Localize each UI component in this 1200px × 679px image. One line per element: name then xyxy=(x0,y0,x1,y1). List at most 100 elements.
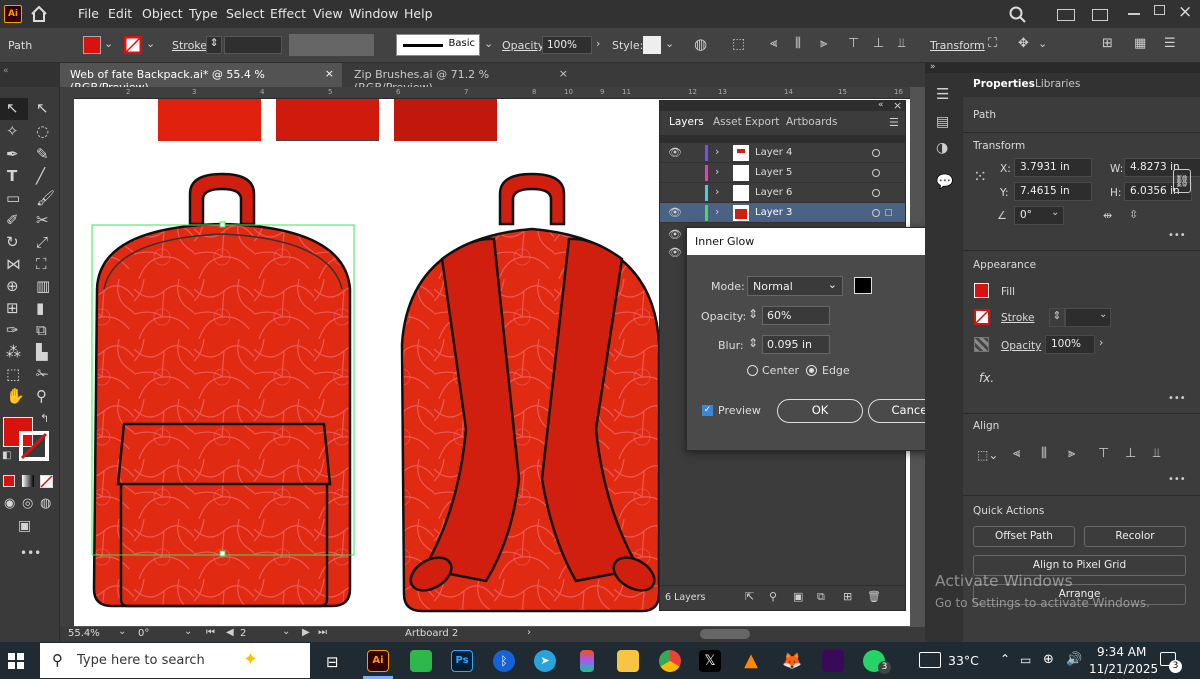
layer-row[interactable]: 👁 › Layer 4 xyxy=(660,143,905,163)
recolor-artwork-icon[interactable]: ◍ xyxy=(694,37,707,52)
preview-label[interactable]: Preview xyxy=(718,404,761,417)
x-taskbar-icon[interactable]: 𝕏 xyxy=(699,650,721,672)
recolor-button[interactable]: Recolor xyxy=(1084,526,1186,547)
layer-row-selected[interactable]: 👁 › Layer 3 xyxy=(660,203,905,223)
chevron-down-icon[interactable]: ⌄ xyxy=(104,38,113,49)
align-hcenter-icon[interactable]: ⫼ xyxy=(1041,447,1047,460)
hamburger-icon[interactable]: ☰ xyxy=(936,87,949,102)
eye-icon[interactable]: 👁 xyxy=(668,229,682,240)
draw-normal-icon[interactable]: ◉ xyxy=(4,497,15,510)
blur-field[interactable]: 0.095 in xyxy=(762,335,830,354)
volume-icon[interactable]: 🔊 xyxy=(1066,652,1082,667)
brush-definition[interactable]: Basic xyxy=(396,34,480,56)
export-icon[interactable]: ⇱ xyxy=(745,591,754,602)
tab-asset-export[interactable]: Asset Export xyxy=(713,116,779,128)
chevron-right-icon[interactable]: › xyxy=(1099,337,1103,348)
perspective-grid-tool-icon[interactable]: ▥ xyxy=(36,279,50,294)
taskbar-search[interactable]: ⚲ Type here to search ✦ xyxy=(40,643,310,678)
next-artboard-icon[interactable]: ▶ xyxy=(302,628,310,638)
eyedropper-tool-icon[interactable]: ✑ xyxy=(6,323,19,338)
illustrator-taskbar-icon[interactable]: Ai xyxy=(367,650,389,672)
pen-tool-icon[interactable]: ✒ xyxy=(6,147,19,162)
artboard-tool-icon[interactable]: ⬚ xyxy=(6,367,20,382)
default-colors-icon[interactable]: ◧ xyxy=(2,451,11,461)
target-circle-icon[interactable] xyxy=(872,209,880,217)
menu-type[interactable]: Type xyxy=(189,6,218,21)
close-icon[interactable]: × xyxy=(893,100,902,111)
close-icon[interactable]: × xyxy=(325,67,334,80)
mode-select[interactable]: Normal ⌄ xyxy=(747,276,843,296)
search-icon[interactable] xyxy=(1009,6,1027,24)
clock-time[interactable]: 9:34 AM xyxy=(1097,645,1146,659)
stroke-weight-stepper[interactable]: ⇕ xyxy=(206,36,222,54)
new-sublayer-icon[interactable]: ⊞ xyxy=(843,591,852,602)
column-graph-tool-icon[interactable]: ▙ xyxy=(36,345,48,360)
comments-icon[interactable]: 💬 xyxy=(936,175,953,189)
first-artboard-icon[interactable]: ⏮ xyxy=(206,628,215,638)
rectangle-tool-icon[interactable]: ▭ xyxy=(6,191,20,206)
layer-name[interactable]: Layer 5 xyxy=(755,167,792,178)
horizontal-ruler[interactable]: 2 3 4 5 6 7 8 9 10 11 12 13 14 15 16 xyxy=(74,87,910,99)
preview-checkbox[interactable]: ✓ xyxy=(702,405,713,416)
align-right-icon[interactable]: ⫸ xyxy=(820,37,827,50)
last-artboard-icon[interactable]: ⏭ xyxy=(318,628,327,638)
collect-icon[interactable]: ▣ xyxy=(793,591,803,602)
align-bottom-icon[interactable]: ⫫ xyxy=(898,37,905,50)
clock-date[interactable]: 11/21/2025 xyxy=(1089,662,1158,676)
scale-tool-icon[interactable]: ⤢ xyxy=(36,235,48,250)
more-options-icon[interactable]: ••• xyxy=(1168,475,1186,485)
opacity-field[interactable]: 100% xyxy=(542,36,592,54)
more-options-icon[interactable]: ••• xyxy=(1168,231,1186,241)
glow-color-swatch[interactable] xyxy=(854,277,872,294)
stroke-stepper[interactable]: ⇕ xyxy=(1049,308,1065,327)
app-logo[interactable]: Ai xyxy=(4,5,22,23)
transparency-panel-icon[interactable]: ◑ xyxy=(936,141,948,155)
edge-label[interactable]: Edge xyxy=(822,364,850,377)
menu-edit[interactable]: Edit xyxy=(108,6,132,21)
opacity-field[interactable]: 60% xyxy=(762,306,830,325)
previous-artboard-icon[interactable]: ◀ xyxy=(226,628,234,638)
fill-swatch[interactable] xyxy=(974,283,989,298)
menu-window[interactable]: Window xyxy=(349,6,398,21)
close-window-icon[interactable]: × xyxy=(1178,2,1192,22)
menu-file[interactable]: File xyxy=(78,6,99,21)
zoom-tool-icon[interactable]: ⚲ xyxy=(36,389,47,404)
gradient-panel-icon[interactable]: ▤ xyxy=(936,115,949,129)
menu-help[interactable]: Help xyxy=(404,6,433,21)
tab-libraries[interactable]: Libraries xyxy=(1035,78,1080,90)
eye-icon[interactable]: 👁 xyxy=(668,247,682,258)
chevron-down-icon[interactable]: ⌄ xyxy=(1099,310,1107,320)
align-vcenter-icon[interactable]: ⊥ xyxy=(873,37,884,50)
tab-artboards[interactable]: Artboards xyxy=(786,116,837,128)
hand-tool-icon[interactable]: ✋ xyxy=(6,389,25,404)
collapse-panel-icon[interactable]: « xyxy=(878,101,884,110)
chevron-down-icon[interactable]: ⌄ xyxy=(1038,38,1047,49)
file-explorer-taskbar-icon[interactable] xyxy=(617,650,639,672)
opacity-stepper[interactable]: ⇕ xyxy=(748,307,758,321)
chevron-right-icon[interactable]: › xyxy=(527,628,531,638)
chevron-right-icon[interactable]: › xyxy=(715,206,719,217)
menu-view[interactable]: View xyxy=(313,6,343,21)
fx-label[interactable]: fx. xyxy=(979,371,994,385)
capcut-taskbar-icon[interactable] xyxy=(822,650,844,672)
eye-icon[interactable]: 👁 xyxy=(668,147,682,158)
gradient-tool-icon[interactable]: ▮ xyxy=(36,301,44,316)
panel-options-icon[interactable]: ▦ xyxy=(1134,37,1146,50)
figma-taskbar-icon[interactable] xyxy=(580,650,594,672)
chevron-down-icon[interactable]: ⌄ xyxy=(484,38,493,49)
weather-icon[interactable] xyxy=(919,652,941,668)
tab-properties[interactable]: Properties xyxy=(973,78,1035,90)
weather-temp[interactable]: 33°C xyxy=(948,653,979,668)
paintbrush-tool-icon[interactable]: 🖌 xyxy=(36,191,55,206)
opacity-icon[interactable] xyxy=(974,337,989,352)
opacity-field[interactable]: 100% xyxy=(1045,335,1095,354)
align-bottom-icon[interactable]: ⫫ xyxy=(1153,447,1160,460)
menu-select[interactable]: Select xyxy=(226,6,265,21)
reference-point-icon[interactable]: ⁙ xyxy=(973,169,987,186)
layer-name[interactable]: Layer 4 xyxy=(755,147,792,158)
free-transform-tool-icon[interactable]: ⛶ xyxy=(36,257,47,272)
align-to-selection-icon[interactable]: ⬚ xyxy=(732,37,745,51)
y-field[interactable]: 7.4615 in xyxy=(1014,182,1092,201)
chevron-right-icon[interactable]: › xyxy=(596,38,600,49)
chevron-right-icon[interactable]: › xyxy=(715,146,719,157)
